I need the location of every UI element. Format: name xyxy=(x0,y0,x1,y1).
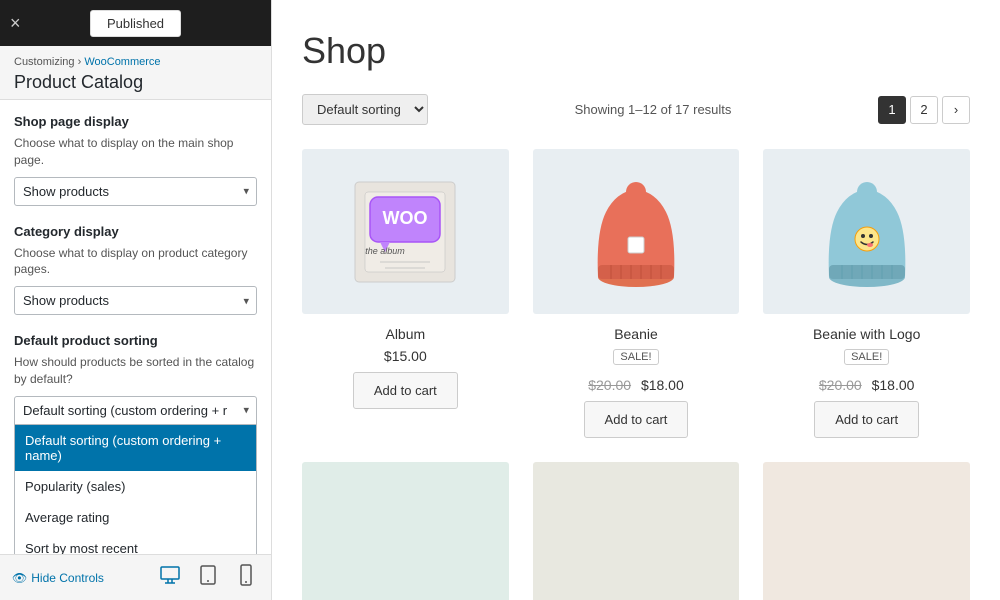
default-sorting-section: Default product sorting How should produ… xyxy=(14,333,257,554)
shop-display-title: Shop page display xyxy=(14,114,257,129)
sorting-select[interactable]: Default sorting (custom ordering + r xyxy=(14,396,257,425)
published-button[interactable]: Published xyxy=(90,10,181,37)
price-old-beanie-logo: $20.00 xyxy=(819,377,862,393)
category-display-section: Category display Choose what to display … xyxy=(14,224,257,316)
sort-select[interactable]: Default sorting xyxy=(302,94,428,125)
page-2-button[interactable]: 2 xyxy=(910,96,938,124)
add-to-cart-beanie-logo[interactable]: Add to cart xyxy=(814,401,919,438)
product-image-partial2 xyxy=(533,462,740,600)
sale-badge-beanie: SALE! xyxy=(613,349,658,365)
product-card-beanie-logo: Beanie with Logo SALE! $20.00 $18.00 Add… xyxy=(763,149,970,438)
product-image-album: WOO the album xyxy=(302,149,509,314)
hide-controls-button[interactable]: 👁 Hide Controls xyxy=(12,571,104,585)
category-display-select-wrapper: Show products Show categories Show categ… xyxy=(14,286,257,315)
results-count: Showing 1–12 of 17 results xyxy=(575,102,732,117)
sorting-option-recent[interactable]: Sort by most recent xyxy=(15,533,256,554)
product-price-beanie-logo: $20.00 $18.00 xyxy=(819,377,915,393)
product-card-beanie: Beanie SALE! $20.00 $18.00 Add to cart xyxy=(533,149,740,438)
shop-toolbar: Default sorting Showing 1–12 of 17 resul… xyxy=(302,94,970,125)
panel-title: Product Catalog xyxy=(14,72,257,93)
breadcrumb: Customizing › WooCommerce xyxy=(14,56,257,68)
breadcrumb-link[interactable]: WooCommerce xyxy=(84,56,160,68)
shop-display-select-wrapper: Show products Show categories Show categ… xyxy=(14,177,257,206)
page-1-button[interactable]: 1 xyxy=(878,96,906,124)
product-name-beanie: Beanie xyxy=(614,326,658,342)
sale-badge-beanie-logo: SALE! xyxy=(844,349,889,365)
desktop-device-button[interactable] xyxy=(157,562,183,593)
product-card-album: WOO the album Album $15.00 Add to cart xyxy=(302,149,509,438)
eye-icon: 👁 xyxy=(12,571,27,585)
bottom-bar: 👁 Hide Controls xyxy=(0,554,271,600)
product-grid-row2 xyxy=(302,462,970,600)
price-new-beanie: $18.00 xyxy=(641,377,684,393)
nav-area: Customizing › WooCommerce Product Catalo… xyxy=(0,46,271,100)
price-old-beanie: $20.00 xyxy=(588,377,631,393)
product-image-beanie-logo xyxy=(763,149,970,314)
product-price-album: $15.00 xyxy=(384,348,427,364)
product-grid: WOO the album Album $15.00 Add to cart xyxy=(302,149,970,438)
mobile-device-button[interactable] xyxy=(233,562,259,593)
product-name-album: Album xyxy=(385,326,425,342)
page-next-button[interactable]: › xyxy=(942,96,970,124)
hide-controls-label: Hide Controls xyxy=(31,571,104,585)
customizer-panel: × Published Customizing › WooCommerce Pr… xyxy=(0,0,272,600)
shop-preview: Shop Default sorting Showing 1–12 of 17 … xyxy=(272,0,1000,600)
product-price-beanie: $20.00 $18.00 xyxy=(588,377,684,393)
default-sorting-desc: How should products be sorted in the cat… xyxy=(14,354,257,388)
sorting-select-wrapper: Default sorting (custom ordering + r ▾ xyxy=(14,396,257,425)
svg-text:WOO: WOO xyxy=(383,208,428,228)
top-bar: × Published xyxy=(0,0,271,46)
sorting-option-popularity[interactable]: Popularity (sales) xyxy=(15,471,256,502)
category-display-title: Category display xyxy=(14,224,257,239)
category-display-desc: Choose what to display on product catego… xyxy=(14,245,257,279)
shop-display-select[interactable]: Show products Show categories Show categ… xyxy=(14,177,257,206)
default-sorting-title: Default product sorting xyxy=(14,333,257,348)
product-image-partial3 xyxy=(763,462,970,600)
tablet-device-button[interactable] xyxy=(195,562,221,593)
product-card-partial2 xyxy=(533,462,740,600)
product-name-beanie-logo: Beanie with Logo xyxy=(813,326,920,342)
price-new-beanie-logo: $18.00 xyxy=(872,377,915,393)
product-image-beanie xyxy=(533,149,740,314)
pagination: 1 2 › xyxy=(878,96,970,124)
svg-text:the album: the album xyxy=(366,246,406,256)
shop-title: Shop xyxy=(302,30,970,72)
sorting-option-default[interactable]: Default sorting (custom ordering + name) xyxy=(15,425,256,471)
sorting-dropdown-list: Default sorting (custom ordering + name)… xyxy=(14,425,257,554)
sorting-option-rating[interactable]: Average rating xyxy=(15,502,256,533)
close-button[interactable]: × xyxy=(10,13,21,34)
product-image-partial1 xyxy=(302,462,509,600)
shop-display-section: Shop page display Choose what to display… xyxy=(14,114,257,206)
category-display-select[interactable]: Show products Show categories Show categ… xyxy=(14,286,257,315)
panel-content: Shop page display Choose what to display… xyxy=(0,100,271,554)
product-card-partial1 xyxy=(302,462,509,600)
add-to-cart-beanie[interactable]: Add to cart xyxy=(584,401,689,438)
shop-display-desc: Choose what to display on the main shop … xyxy=(14,135,257,169)
product-card-partial3 xyxy=(763,462,970,600)
add-to-cart-album[interactable]: Add to cart xyxy=(353,372,458,409)
